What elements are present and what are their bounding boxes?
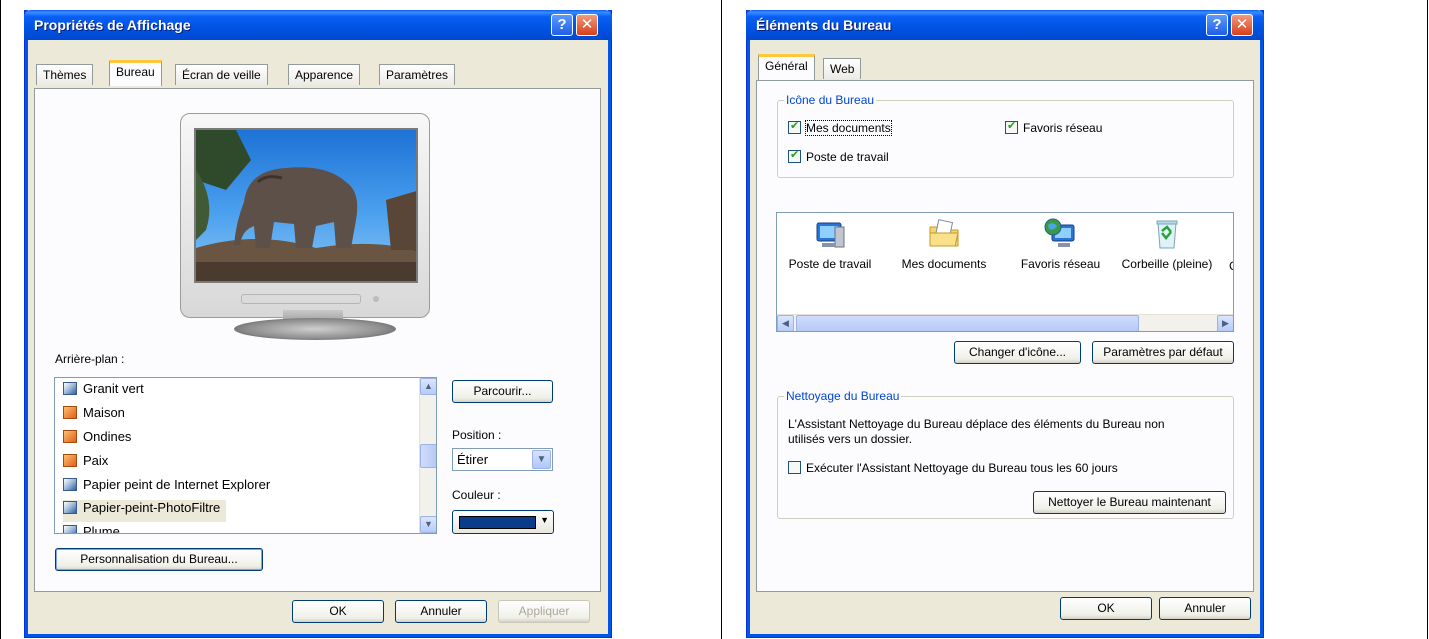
image-file-icon <box>63 525 77 533</box>
color-picker-button[interactable]: ▼ <box>452 510 554 534</box>
cleanup-description-line1: L'Assistant Nettoyage du Bureau déplace … <box>788 417 1165 431</box>
monitor-power-led <box>373 296 379 302</box>
checkbox-checked-icon[interactable] <box>1005 119 1018 134</box>
favoris-reseau-checkbox[interactable]: Favoris réseau <box>1005 119 1102 135</box>
tab-general[interactable]: Général <box>758 54 815 80</box>
elephant-statue-image <box>196 130 416 281</box>
image-file-icon <box>63 382 77 395</box>
list-item[interactable]: Granit vert <box>63 381 144 403</box>
cleanup-now-button[interactable]: Nettoyer le Bureau maintenant <box>1033 491 1226 514</box>
list-item[interactable]: Plume <box>63 524 120 533</box>
list-item[interactable]: Papier peint de Internet Explorer <box>63 477 270 499</box>
checkbox-checked-icon[interactable] <box>788 148 801 163</box>
tab-themes[interactable]: Thèmes <box>36 64 94 85</box>
wallpaper-listbox[interactable]: Granit vert Maison Ondines Paix Papier p… <box>54 377 437 534</box>
cleanup-every-60-days-checkbox[interactable]: Exécuter l'Assistant Nettoyage du Bureau… <box>788 461 1118 475</box>
scroll-right-icon[interactable]: ▶ <box>1217 315 1233 331</box>
list-item[interactable]: Paix <box>63 453 108 475</box>
monitor-preview <box>180 113 430 318</box>
help-icon[interactable]: ? <box>551 14 573 36</box>
chevron-down-icon[interactable]: ▼ <box>532 450 551 469</box>
list-item[interactable]: Maison <box>63 405 125 427</box>
background-label: Arrière-plan : <box>55 352 125 366</box>
icon-item-poste-de-travail[interactable]: Poste de travail <box>777 217 885 271</box>
desktop-icon-preview-list[interactable]: Poste de travail Mes documents Favoris r… <box>776 212 1234 332</box>
scroll-down-icon[interactable]: ▼ <box>420 516 436 533</box>
position-select[interactable]: Étirer ▼ <box>452 448 553 471</box>
cancel-button[interactable]: Annuler <box>1159 597 1251 620</box>
desktop-cleanup-group-title: Nettoyage du Bureau <box>784 389 902 403</box>
desktop-items-titlebar[interactable]: Éléments du Bureau ? ✕ <box>746 10 1264 40</box>
image-file-icon <box>63 478 77 491</box>
apply-button[interactable]: Appliquer <box>498 600 590 623</box>
tab-parametres[interactable]: Paramètres <box>379 64 456 85</box>
icon-item-partial[interactable]: C <box>1229 259 1233 273</box>
change-icon-button[interactable]: Changer d'icône... <box>954 341 1081 364</box>
image-file-icon <box>63 501 77 514</box>
network-places-icon <box>1044 218 1074 247</box>
wallpaper-preview <box>194 128 418 283</box>
tab-apparence[interactable]: Apparence <box>288 64 361 85</box>
window-title: Éléments du Bureau <box>756 17 892 33</box>
cleanup-description-line2: utilisés vers un dossier. <box>788 432 913 446</box>
scroll-thumb[interactable] <box>796 315 1139 331</box>
icon-item-corbeille[interactable]: Corbeille (pleine) <box>1112 217 1222 271</box>
icon-item-favoris-reseau[interactable]: Favoris réseau <box>1003 217 1118 271</box>
recycle-bin-icon <box>1156 220 1178 249</box>
monitor-stand <box>234 318 396 340</box>
icon-list-scrollbar[interactable]: ◀ ▶ <box>777 314 1233 331</box>
computer-icon <box>816 222 845 248</box>
help-icon[interactable]: ? <box>1206 14 1228 36</box>
list-item[interactable]: Ondines <box>63 429 131 451</box>
icon-item-mes-documents[interactable]: Mes documents <box>889 217 999 271</box>
customize-desktop-button[interactable]: Personnalisation du Bureau... <box>55 548 263 571</box>
browse-button[interactable]: Parcourir... <box>452 380 553 403</box>
close-icon[interactable]: ✕ <box>576 14 598 36</box>
desktop-icons-group: Icône du Bureau <box>777 93 1234 178</box>
color-swatch <box>459 516 536 529</box>
tab-web[interactable]: Web <box>823 58 862 79</box>
ok-button[interactable]: OK <box>292 600 384 623</box>
checkbox-unchecked-icon[interactable] <box>788 461 801 474</box>
ok-button[interactable]: OK <box>1060 597 1152 620</box>
scroll-up-icon[interactable]: ▲ <box>420 378 436 395</box>
position-label: Position : <box>452 428 502 442</box>
chevron-down-icon: ▼ <box>540 515 549 525</box>
scroll-thumb[interactable] <box>420 444 436 468</box>
default-settings-button[interactable]: Paramètres par défaut <box>1092 341 1234 364</box>
poste-de-travail-checkbox[interactable]: Poste de travail <box>788 148 889 164</box>
list-item-selected[interactable]: Papier-peint-PhotoFiltre <box>63 500 227 522</box>
desktop-icons-group-title: Icône du Bureau <box>784 93 877 107</box>
close-icon[interactable]: ✕ <box>1231 14 1253 36</box>
wallpaper-list-scrollbar[interactable]: ▲ ▼ <box>419 378 436 533</box>
jpeg-file-icon <box>63 454 77 467</box>
display-properties-titlebar[interactable]: Propriétés de Affichage ? ✕ <box>24 10 612 40</box>
mes-documents-checkbox[interactable]: Mes documents <box>788 119 892 136</box>
scroll-left-icon[interactable]: ◀ <box>777 315 794 331</box>
tab-bureau[interactable]: Bureau <box>109 60 162 86</box>
color-label: Couleur : <box>452 488 501 502</box>
cancel-button[interactable]: Annuler <box>395 600 487 623</box>
jpeg-file-icon <box>63 406 77 419</box>
tab-ecran-de-veille[interactable]: Écran de veille <box>175 64 268 85</box>
checkbox-checked-icon[interactable] <box>788 119 801 134</box>
folder-documents-icon <box>929 219 959 247</box>
monitor-base-plate <box>241 294 361 304</box>
window-title: Propriétés de Affichage <box>34 17 191 33</box>
jpeg-file-icon <box>63 430 77 443</box>
